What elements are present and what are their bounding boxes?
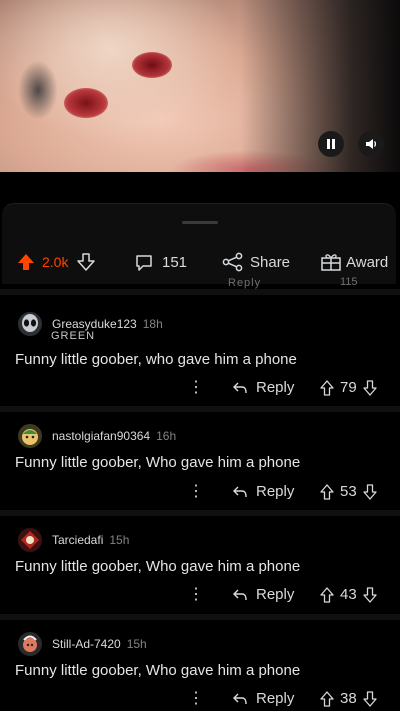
comment-username[interactable]: Tarciedafi	[52, 533, 103, 547]
vote-count: 79	[340, 379, 357, 396]
reply-button[interactable]: Reply	[232, 377, 294, 399]
comment-time: 15h	[109, 533, 130, 547]
volume-icon	[366, 139, 377, 149]
comment-actions: ⋮ Reply 38	[0, 688, 400, 710]
vote-count: 43	[340, 586, 357, 603]
upvote-arrow-icon[interactable]	[320, 587, 334, 603]
reply-button[interactable]: Reply	[232, 688, 294, 710]
comment-bubble-icon	[136, 255, 152, 271]
avatar[interactable]	[18, 312, 42, 336]
pause-button[interactable]	[318, 131, 344, 157]
comments-button[interactable]: 151	[134, 252, 187, 272]
vote-group: 38	[320, 688, 377, 710]
character-avatar-icon	[23, 635, 37, 652]
comment-time: 16h	[156, 429, 177, 443]
downvote-arrow-icon[interactable]	[363, 587, 377, 603]
reply-arrow-icon	[233, 382, 247, 394]
award-label: Award	[346, 253, 389, 271]
comment-meta: nastolgiafan90364 16h	[18, 424, 176, 448]
reply-label: Reply	[256, 586, 295, 603]
comment-actions: ⋮ Reply 43	[0, 584, 400, 606]
comment-username[interactable]: Greasyduke123	[52, 317, 137, 331]
vote-group: 43	[320, 584, 377, 606]
downvote-arrow-icon[interactable]	[363, 691, 377, 707]
volume-button[interactable]	[358, 131, 384, 157]
pause-icon	[327, 139, 335, 149]
vote-count: 53	[340, 483, 357, 500]
character-avatar-icon	[21, 531, 39, 549]
more-options-icon[interactable]: ⋮	[188, 584, 204, 606]
upvote-arrow-icon[interactable]	[320, 484, 334, 500]
post-action-bar: 2.0k 151 Share Award	[0, 248, 400, 276]
vote-count: 38	[340, 690, 357, 707]
comment-separator	[0, 289, 400, 295]
upvote-count: 2.0k	[42, 254, 69, 270]
user-flair: GREEN	[51, 330, 96, 342]
vote-group: 53	[320, 481, 377, 503]
hidden-reply-label: Reply	[228, 277, 262, 289]
video-frame-nostril	[132, 52, 172, 78]
comment-separator	[0, 406, 400, 412]
award-gift-icon	[321, 254, 341, 271]
upvote-arrow-icon[interactable]	[16, 252, 36, 272]
more-options-icon[interactable]: ⋮	[188, 377, 204, 399]
comment-time: 15h	[126, 637, 147, 651]
comment-meta: Tarciedafi 15h	[18, 528, 129, 552]
reply-label: Reply	[256, 690, 295, 707]
comment-body: Funny little goober, Who gave him a phon…	[15, 558, 301, 575]
video-frame-eye	[18, 60, 58, 120]
video-player[interactable]	[0, 0, 400, 172]
comment-body: Funny little goober, Who gave him a phon…	[15, 454, 301, 471]
share-button[interactable]: Share	[222, 252, 290, 272]
upvote-arrow-icon[interactable]	[320, 380, 334, 396]
comment-actions: ⋮ Reply 53	[0, 481, 400, 503]
reply-arrow-icon	[233, 693, 247, 705]
reply-button[interactable]: Reply	[232, 584, 294, 606]
share-icon	[222, 252, 243, 272]
avatar[interactable]	[18, 424, 42, 448]
more-options-icon[interactable]: ⋮	[188, 688, 204, 710]
sheet-drag-handle[interactable]	[182, 221, 218, 224]
comment-actions: ⋮ Reply 79	[0, 377, 400, 399]
upvote-arrow-icon[interactable]	[320, 691, 334, 707]
alien-avatar-icon	[22, 314, 38, 332]
downvote-arrow-icon[interactable]	[363, 380, 377, 396]
avatar[interactable]	[18, 528, 42, 552]
award-button[interactable]: Award	[320, 252, 388, 272]
vote-group: 79	[320, 377, 377, 399]
video-frame-nostril	[64, 88, 108, 118]
upvote-group: 2.0k	[16, 252, 96, 272]
comment-body: Funny little goober, who gave him a phon…	[15, 351, 297, 368]
downvote-arrow-icon[interactable]	[363, 484, 377, 500]
comment-username[interactable]: Still-Ad-7420	[52, 637, 121, 651]
comment-separator	[0, 510, 400, 516]
share-label: Share	[250, 253, 291, 271]
character-avatar-icon	[22, 429, 38, 445]
hidden-vote-count: 115	[340, 276, 358, 288]
reply-label: Reply	[256, 379, 295, 396]
comment-separator	[0, 614, 400, 620]
comment-meta: Still-Ad-7420 15h	[18, 632, 147, 656]
reply-label: Reply	[256, 483, 295, 500]
more-options-icon[interactable]: ⋮	[188, 481, 204, 503]
comment-username[interactable]: nastolgiafan90364	[52, 429, 150, 443]
reply-button[interactable]: Reply	[232, 481, 294, 503]
comment-time: 18h	[142, 317, 163, 331]
reply-arrow-icon	[233, 589, 247, 601]
comment-body: Funny little goober, Who gave him a phon…	[15, 662, 301, 679]
comment-count: 151	[162, 253, 188, 271]
reply-arrow-icon	[233, 486, 247, 498]
avatar[interactable]	[18, 632, 42, 656]
downvote-arrow-icon[interactable]	[76, 252, 96, 272]
